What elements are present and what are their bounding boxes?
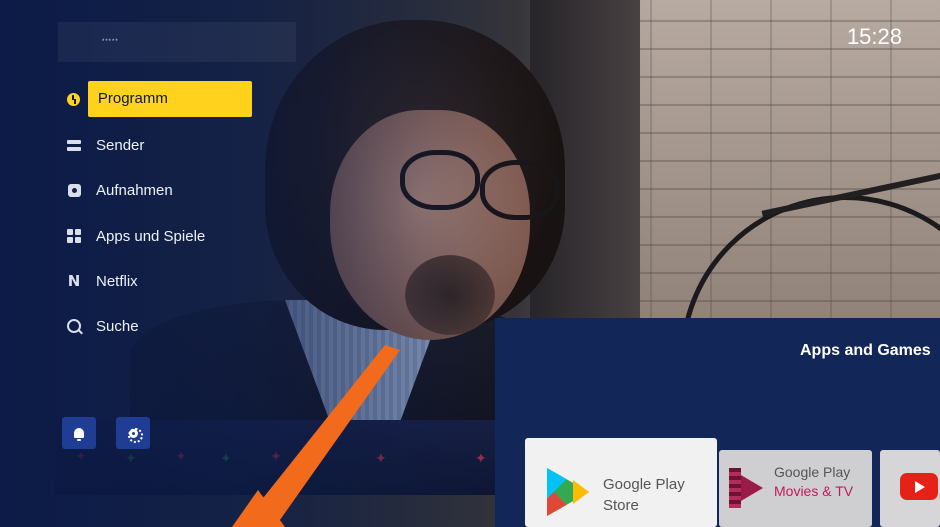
apps-grid-icon — [64, 226, 84, 246]
menu-item-aufnahmen[interactable]: Aufnahmen — [58, 171, 252, 209]
channel-list-icon — [64, 135, 84, 155]
menu-item-label: Suche — [96, 317, 139, 335]
clock: 15:28 — [846, 24, 902, 49]
menu-item-label: Netflix — [96, 272, 138, 290]
youtube-icon — [900, 473, 938, 500]
apps-and-games-panel: Apps and Games Google Play Store Google … — [495, 318, 940, 527]
provider-logo-text: ***** — [102, 39, 119, 45]
menu-item-suche[interactable]: Suche — [58, 307, 252, 345]
settings-button[interactable] — [116, 417, 150, 449]
netflix-n-icon: N — [67, 272, 81, 290]
menu-item-label: Apps und Spiele — [96, 227, 206, 245]
menu-item-netflix[interactable]: N Netflix — [58, 262, 252, 300]
app-card-line1: Google Play — [603, 476, 685, 493]
app-card-line2: Movies & TV — [774, 483, 854, 499]
notifications-button[interactable] — [62, 417, 96, 449]
film-strip-icon — [729, 468, 741, 508]
app-card-label: Google Play Movies & TV — [774, 463, 853, 501]
clock-icon — [64, 89, 84, 109]
menu-item-label: Sender — [96, 136, 145, 154]
menu-item-programm[interactable]: Programm — [58, 80, 252, 118]
search-icon — [64, 316, 84, 336]
record-icon — [64, 180, 84, 200]
menu-item-label: Programm — [87, 81, 252, 117]
app-card-line1: Google Play — [774, 464, 851, 480]
panel-title: Apps and Games — [800, 342, 931, 359]
gear-icon — [127, 427, 143, 443]
menu-item-label: Aufnahmen — [96, 181, 173, 199]
menu-item-sender[interactable]: Sender — [58, 126, 252, 164]
app-card-label: Google Play Store — [603, 474, 685, 516]
bell-icon — [74, 428, 84, 441]
menu-item-apps-und-spiele[interactable]: Apps und Spiele — [58, 217, 252, 255]
app-card-google-play-store[interactable]: Google Play Store — [525, 438, 717, 527]
app-card-line2: Store — [603, 497, 639, 514]
app-card-youtube[interactable] — [880, 450, 940, 527]
provider-logo-area — [58, 22, 296, 62]
app-card-google-play-movies[interactable]: Google Play Movies & TV — [719, 450, 872, 527]
